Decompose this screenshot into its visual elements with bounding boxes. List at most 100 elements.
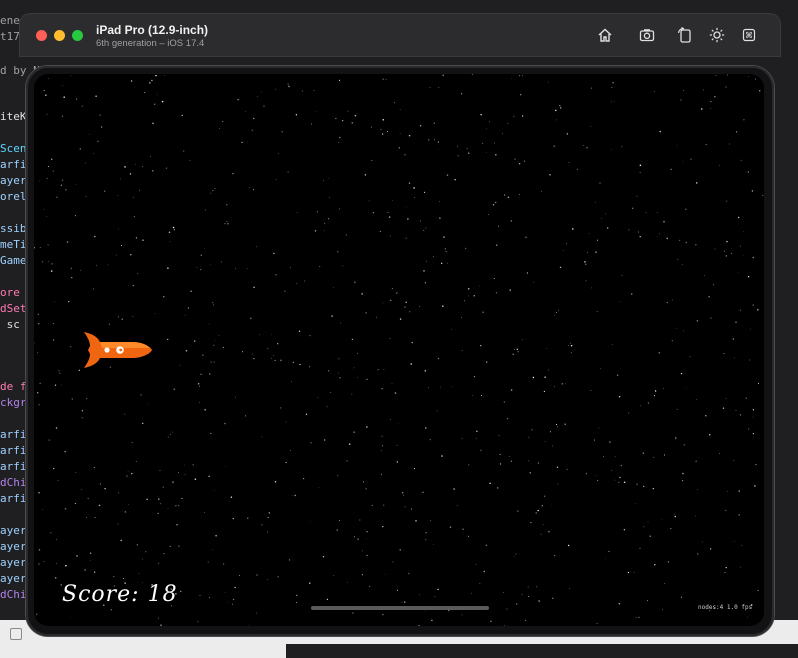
star: [94, 235, 96, 238]
star: [401, 601, 403, 603]
star: [38, 323, 40, 325]
star: [50, 270, 53, 272]
star: [158, 562, 160, 564]
star: [609, 441, 611, 443]
star: [509, 456, 511, 458]
star: [584, 261, 586, 263]
star: [47, 261, 49, 263]
star: [84, 569, 86, 571]
game-screen[interactable]: Score: 18 nodes:4 1.0 fps: [34, 74, 764, 626]
star: [611, 470, 612, 471]
star: [576, 168, 579, 170]
star: [368, 585, 371, 588]
star: [425, 227, 427, 229]
home-indicator[interactable]: [311, 606, 489, 610]
star: [385, 78, 387, 80]
star: [65, 564, 67, 567]
star: [383, 504, 385, 506]
star: [210, 264, 211, 265]
star: [141, 165, 143, 167]
star: [120, 539, 122, 542]
star: [490, 620, 492, 623]
star: [664, 582, 666, 584]
star: [245, 415, 247, 417]
home-button[interactable]: [596, 26, 614, 44]
star: [503, 625, 505, 626]
star: [528, 460, 530, 462]
star: [167, 267, 169, 269]
star: [53, 301, 55, 303]
star: [434, 596, 436, 598]
star: [596, 622, 598, 624]
debug-toggle-icon[interactable]: [10, 628, 22, 640]
star: [628, 412, 630, 414]
star: [398, 147, 401, 149]
rotate-button[interactable]: [676, 26, 694, 44]
star: [120, 178, 122, 180]
appearance-button[interactable]: [708, 26, 726, 44]
star: [696, 320, 699, 322]
star: [754, 485, 756, 487]
star: [222, 346, 225, 349]
star: [591, 287, 592, 289]
star: [209, 373, 211, 375]
star: [497, 487, 499, 489]
star: [437, 588, 439, 591]
star: [528, 596, 530, 597]
star: [521, 593, 523, 595]
star: [461, 317, 462, 318]
star: [498, 435, 500, 436]
star: [659, 233, 660, 235]
star: [680, 372, 683, 375]
star: [261, 91, 263, 93]
star: [309, 366, 311, 368]
star: [636, 483, 638, 485]
star: [733, 540, 735, 542]
star: [277, 152, 279, 154]
star: [725, 509, 727, 512]
keyboard-button[interactable]: ⌘: [740, 26, 758, 44]
star: [251, 353, 253, 355]
star: [600, 368, 601, 369]
star: [212, 549, 213, 551]
star: [61, 115, 63, 117]
star: [389, 337, 391, 339]
star: [399, 549, 401, 551]
minimize-window-button[interactable]: [54, 30, 65, 41]
star: [213, 344, 215, 347]
star: [725, 567, 727, 569]
star: [528, 436, 530, 438]
star: [381, 445, 384, 447]
star: [397, 423, 399, 425]
star: [506, 608, 508, 610]
star: [146, 498, 148, 501]
star: [390, 299, 392, 301]
star: [58, 370, 60, 372]
zoom-window-button[interactable]: [72, 30, 83, 41]
star: [361, 574, 363, 576]
star: [657, 235, 658, 237]
star: [418, 624, 420, 626]
screenshot-button[interactable]: [638, 26, 656, 44]
star: [404, 154, 406, 156]
star: [547, 81, 549, 83]
star: [225, 466, 227, 467]
star: [52, 170, 54, 172]
star: [167, 338, 169, 341]
star: [48, 78, 49, 79]
star: [89, 552, 92, 554]
star: [410, 363, 412, 365]
star: [51, 158, 53, 160]
star: [457, 145, 458, 147]
close-window-button[interactable]: [36, 30, 47, 41]
star: [732, 338, 734, 340]
star: [352, 612, 354, 614]
star: [275, 274, 277, 276]
star: [405, 237, 407, 239]
star: [95, 95, 97, 97]
star: [357, 376, 358, 378]
star: [366, 554, 368, 557]
star: [336, 529, 338, 531]
code-line: ayer: [0, 540, 27, 553]
star: [737, 216, 740, 219]
